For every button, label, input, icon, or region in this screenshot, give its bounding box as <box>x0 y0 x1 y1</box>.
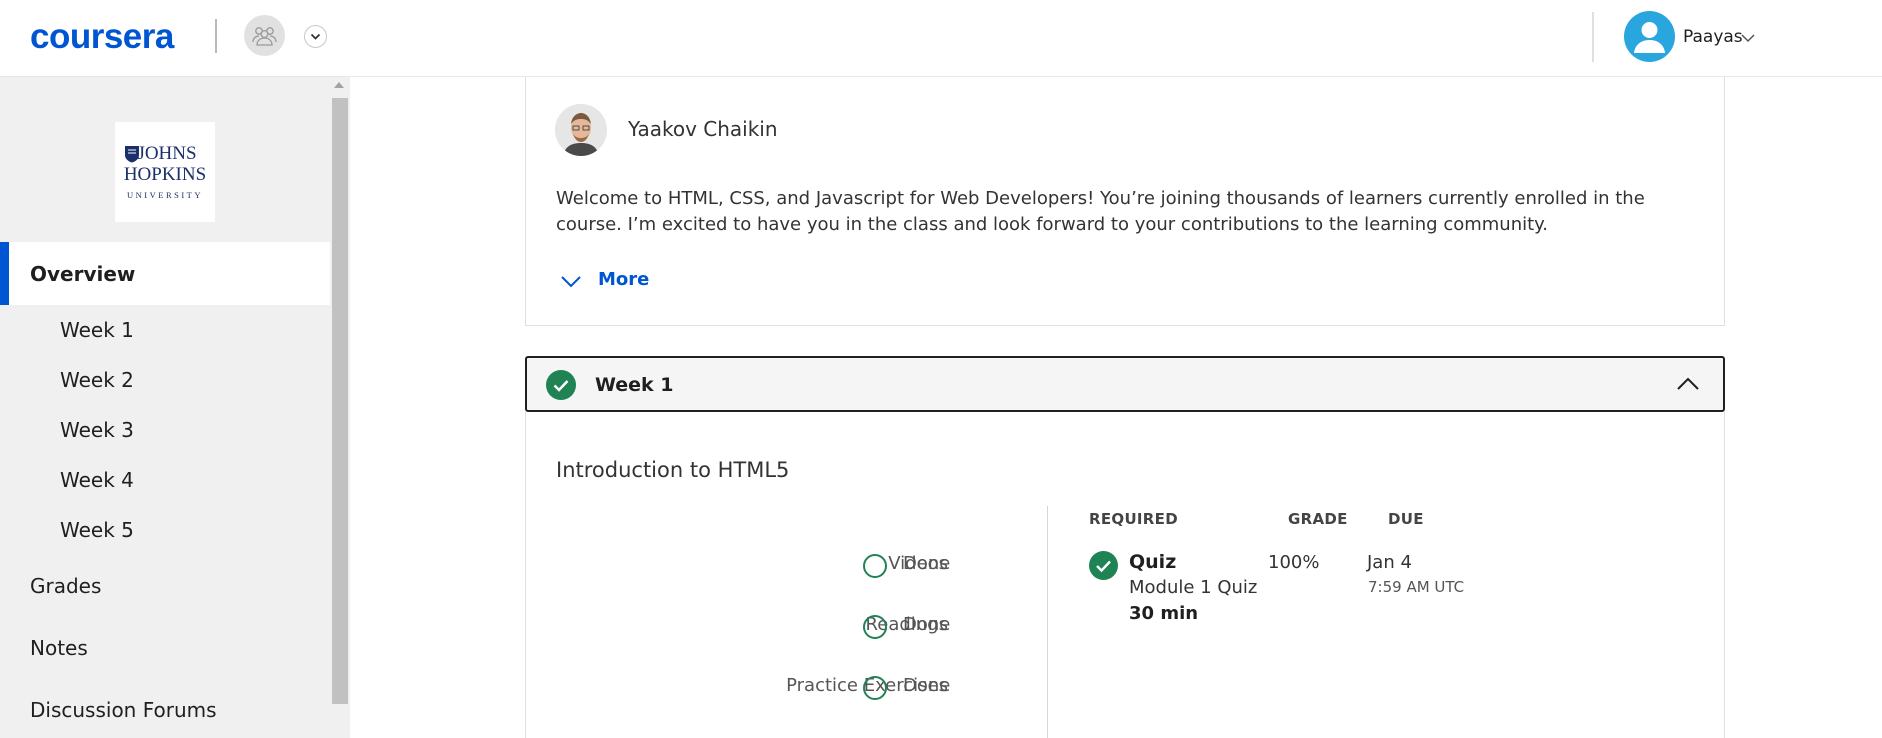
sidebar-item-grades[interactable]: Grades <box>30 574 101 598</box>
sidebar-item-week-4[interactable]: Week 4 <box>60 468 134 492</box>
instructor-name: Yaakov Chaikin <box>628 117 778 141</box>
sidebar-item-week-3[interactable]: Week 3 <box>60 418 134 442</box>
quiz-type[interactable]: Quiz <box>1129 551 1176 573</box>
scrollbar-thumb[interactable] <box>332 98 348 704</box>
week-accordion-header[interactable] <box>525 356 1725 412</box>
university-logo: JOHNS HOPKINS UNIVERSITY <box>115 122 215 222</box>
column-header-due: DUE <box>1388 510 1424 528</box>
chevron-up-icon[interactable] <box>1676 376 1700 396</box>
sidebar-item-week-5[interactable]: Week 5 <box>60 518 134 542</box>
stat-status-practice-exercises: Done <box>903 675 951 696</box>
progress-circle-icon <box>863 554 887 578</box>
quiz-grade: 100% <box>1268 552 1320 573</box>
sidebar-item-overview-label[interactable]: Overview <box>30 262 135 286</box>
column-header-grade: GRADE <box>1288 510 1348 528</box>
active-indicator <box>0 242 9 305</box>
quiz-due-time: 7:59 AM UTC <box>1368 578 1465 596</box>
sidebar-item-notes[interactable]: Notes <box>30 636 88 660</box>
instructor-avatar <box>555 104 607 156</box>
user-menu-chevron-icon[interactable] <box>1740 30 1756 49</box>
chevron-down-icon[interactable] <box>559 273 583 293</box>
scroll-up-arrow-icon[interactable] <box>334 82 344 88</box>
logo-divider <box>215 19 217 53</box>
week-title: Week 1 <box>595 374 674 396</box>
sidebar-item-week-1[interactable]: Week 1 <box>60 318 134 342</box>
module-title: Introduction to HTML5 <box>556 458 790 482</box>
column-header-required: REQUIRED <box>1089 510 1178 528</box>
progress-circle-icon <box>863 676 887 700</box>
completed-check-icon <box>546 370 576 404</box>
welcome-message: Welcome to HTML, CSS, and Javascript for… <box>556 188 1645 235</box>
sidebar-item-discussion-forums[interactable]: Discussion Forums <box>30 698 217 722</box>
people-group-icon[interactable] <box>244 15 285 56</box>
progress-circle-icon <box>863 615 887 639</box>
user-name[interactable]: Paayas <box>1683 27 1743 47</box>
quiz-duration: 30 min <box>1129 603 1199 624</box>
quiz-due-date: Jan 4 <box>1367 552 1412 573</box>
university-name-line1: JOHNS <box>137 143 197 164</box>
coursera-logo[interactable]: coursera <box>30 17 174 57</box>
header-divider <box>1592 12 1594 62</box>
more-button[interactable]: More <box>598 269 649 290</box>
stat-status-readings: Done <box>903 614 951 635</box>
quiz-name-link[interactable]: Module 1 Quiz <box>1129 577 1257 598</box>
sidebar-item-week-2[interactable]: Week 2 <box>60 368 134 392</box>
user-avatar-icon[interactable] <box>1624 11 1675 62</box>
university-name-line3: UNIVERSITY <box>127 190 203 200</box>
chevron-down-icon[interactable] <box>304 25 327 48</box>
university-name-line2: HOPKINS <box>123 164 207 185</box>
column-divider <box>1047 506 1048 738</box>
quiz-completed-check-icon <box>1089 551 1118 584</box>
stat-status-videos: Done <box>903 553 951 574</box>
